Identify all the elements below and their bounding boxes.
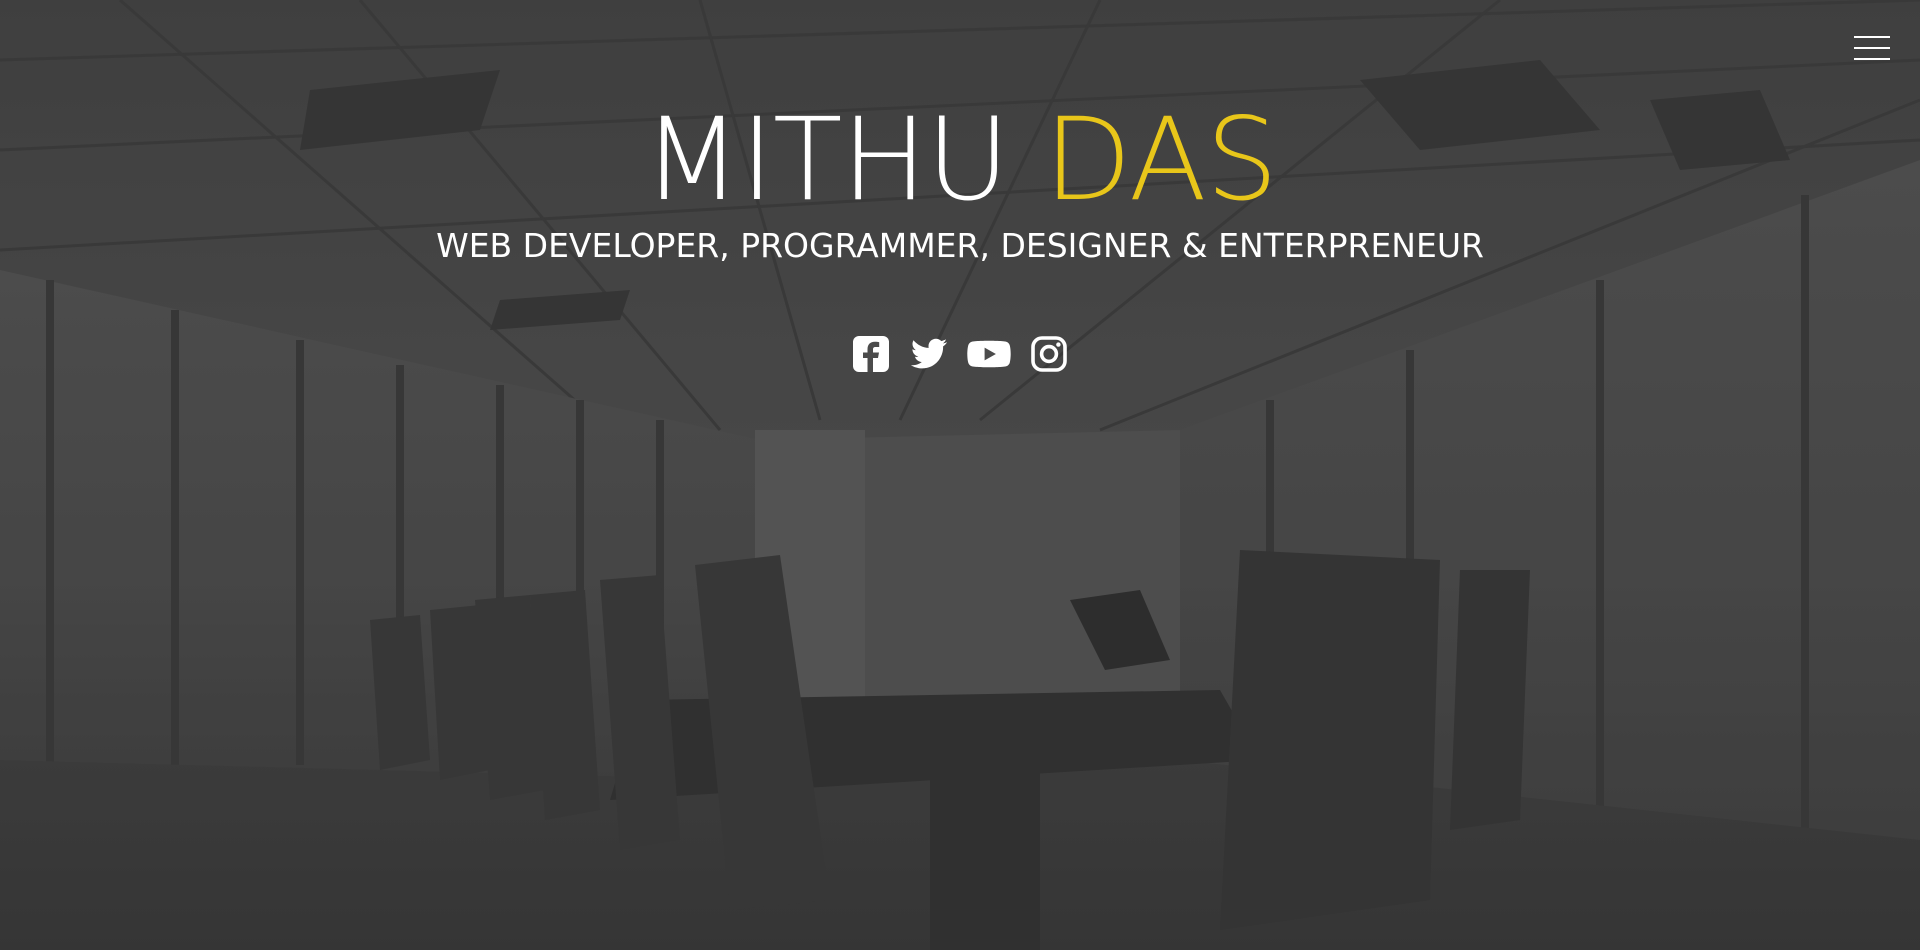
youtube-icon <box>967 340 1011 368</box>
facebook-icon <box>853 336 889 372</box>
facebook-link[interactable] <box>851 334 891 374</box>
name-first: MITHU <box>642 93 1010 226</box>
twitter-icon <box>910 338 947 369</box>
hero-section: MITHU DAS WEB DEVELOPER, PROGRAMMER, DES… <box>0 0 1920 950</box>
hero-tagline: WEB DEVELOPER, PROGRAMMER, DESIGNER & EN… <box>436 226 1484 265</box>
hamburger-icon-bar <box>1854 58 1890 60</box>
hamburger-icon-bar <box>1854 47 1890 49</box>
hero-name: MITHU DAS <box>0 92 1920 228</box>
instagram-link[interactable] <box>1029 334 1069 374</box>
social-links <box>0 334 1920 374</box>
youtube-link[interactable] <box>967 334 1011 374</box>
name-last: DAS <box>1043 93 1278 226</box>
hamburger-icon-bar <box>1854 36 1890 38</box>
hamburger-menu-button[interactable] <box>1854 36 1890 62</box>
twitter-link[interactable] <box>909 334 949 374</box>
instagram-icon <box>1031 336 1067 372</box>
